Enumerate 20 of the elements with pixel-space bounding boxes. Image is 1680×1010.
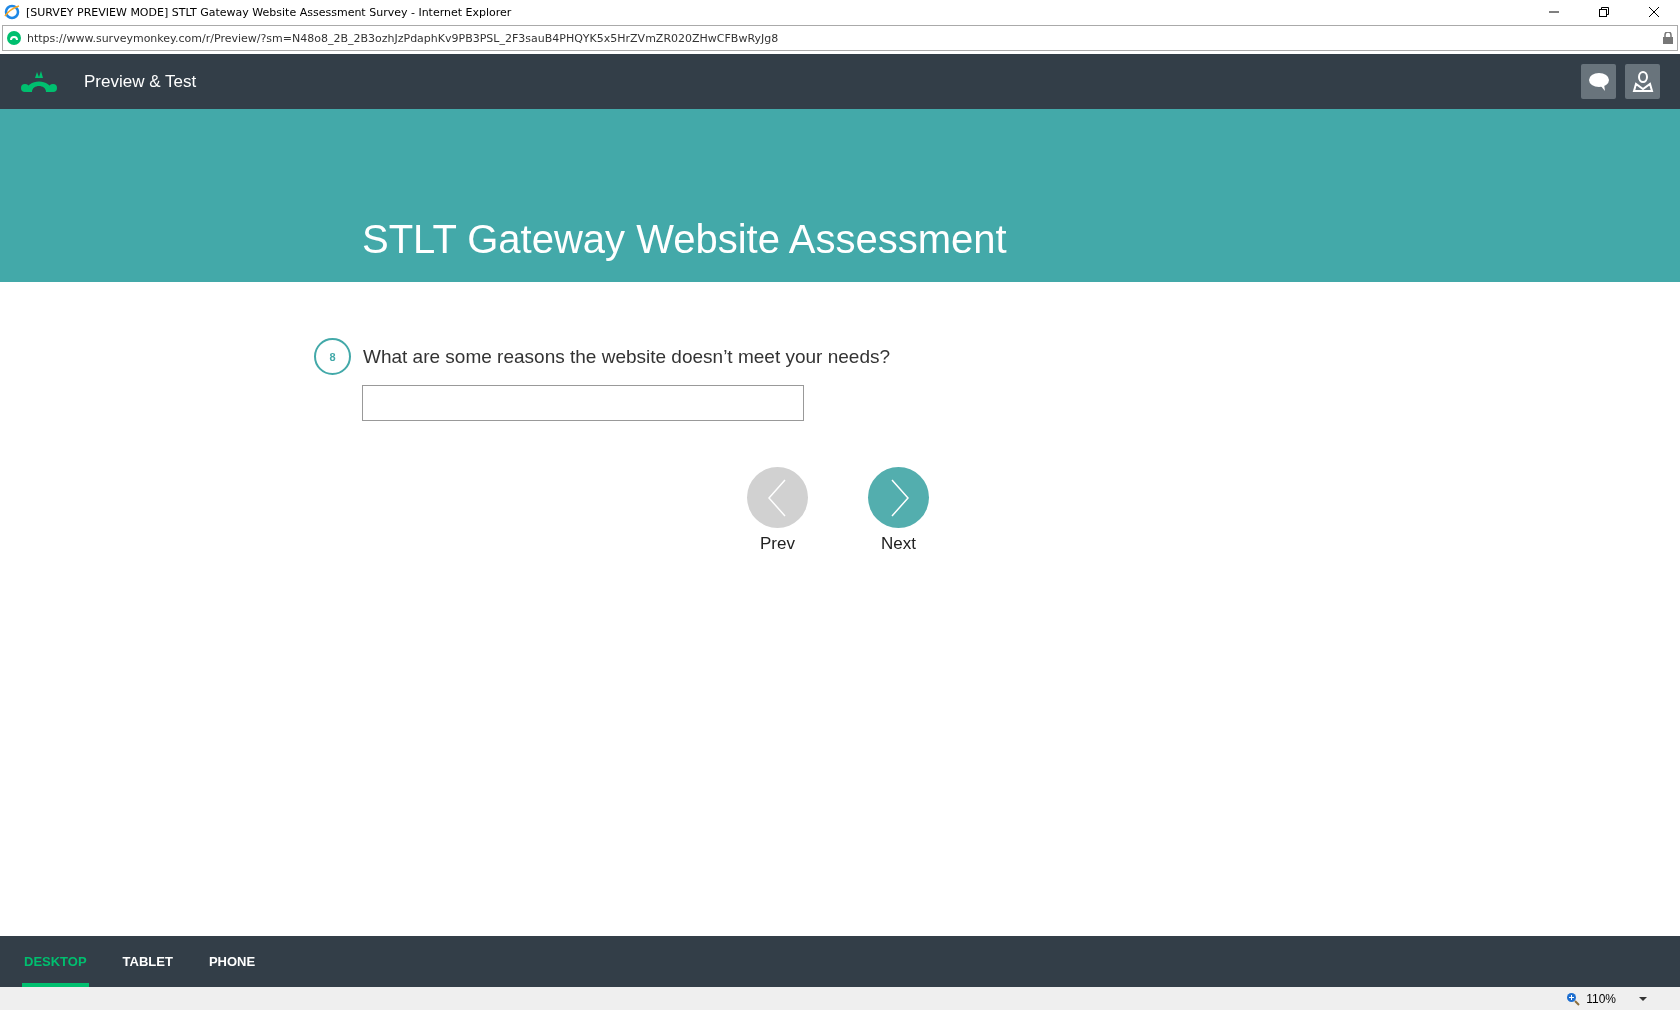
restore-icon xyxy=(1598,6,1610,18)
answer-field[interactable] xyxy=(362,385,804,421)
device-tab[interactable]: TABLET xyxy=(120,936,175,987)
user-button[interactable] xyxy=(1625,64,1660,99)
question-number: 8 xyxy=(314,338,351,375)
survey-title: STLT Gateway Website Assessment xyxy=(362,217,1007,262)
chat-button[interactable] xyxy=(1581,64,1616,99)
lock-icon xyxy=(1663,32,1673,44)
logo-icon[interactable] xyxy=(20,69,58,94)
zoom-level[interactable]: 110% xyxy=(1586,991,1616,1006)
page-title: Preview & Test xyxy=(84,71,198,92)
site-icon xyxy=(7,31,21,45)
speech-bubble-icon xyxy=(1587,71,1610,92)
zoom-icon xyxy=(1566,991,1581,1006)
close-icon xyxy=(1648,6,1660,18)
question-text: What are some reasons the website doesn’t meet your needs? xyxy=(363,345,890,368)
browser-logo-icon xyxy=(4,4,20,20)
device-tab[interactable]: PHONE xyxy=(206,936,258,987)
person-icon xyxy=(1631,70,1654,93)
window-title: [SURVEY PREVIEW MODE] STLT Gateway Website Assessment Survey - Internet Explorer xyxy=(26,5,513,19)
